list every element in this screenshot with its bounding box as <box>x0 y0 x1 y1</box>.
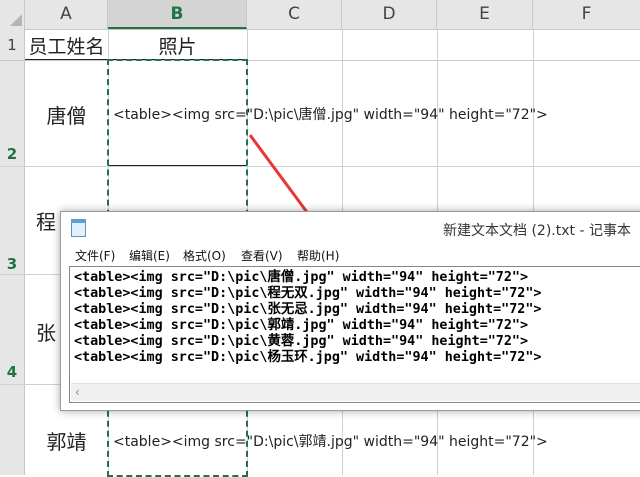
text-line: <table><img src="D:\pic\杨玉环.jpg" width="… <box>74 350 542 365</box>
chevron-left-icon[interactable]: ‹ <box>75 384 80 401</box>
text-line: <table><img src="D:\pic\郭靖.jpg" width="9… <box>74 318 529 333</box>
text-line: <table><img src="D:\pic\张无忌.jpg" width="… <box>74 302 542 317</box>
notepad-title: 新建文本文档 (2).txt - 记事本 <box>443 223 631 239</box>
notepad-icon-band <box>71 219 86 223</box>
menu-file[interactable]: 文件(F) <box>75 247 115 264</box>
menu-format[interactable]: 格式(O) <box>183 247 226 264</box>
notepad-window[interactable]: 新建文本文档 (2).txt - 记事本 文件(F) 编辑(E) 格式(O) 查… <box>60 211 640 411</box>
menu-view[interactable]: 查看(V) <box>241 247 283 264</box>
text-line: <table><img src="D:\pic\唐僧.jpg" width="9… <box>74 270 529 285</box>
horizontal-scrollbar[interactable]: ‹ <box>71 383 640 401</box>
menu-edit[interactable]: 编辑(E) <box>129 247 170 264</box>
menu-help[interactable]: 帮助(H) <box>297 247 339 264</box>
text-line: <table><img src="D:\pic\黄蓉.jpg" width="9… <box>74 334 529 349</box>
notepad-menubar: 文件(F) 编辑(E) 格式(O) 查看(V) 帮助(H) <box>61 245 640 266</box>
notepad-text-area[interactable]: <table><img src="D:\pic\唐僧.jpg" width="9… <box>69 266 640 403</box>
text-line: <table><img src="D:\pic\程无双.jpg" width="… <box>74 286 542 301</box>
